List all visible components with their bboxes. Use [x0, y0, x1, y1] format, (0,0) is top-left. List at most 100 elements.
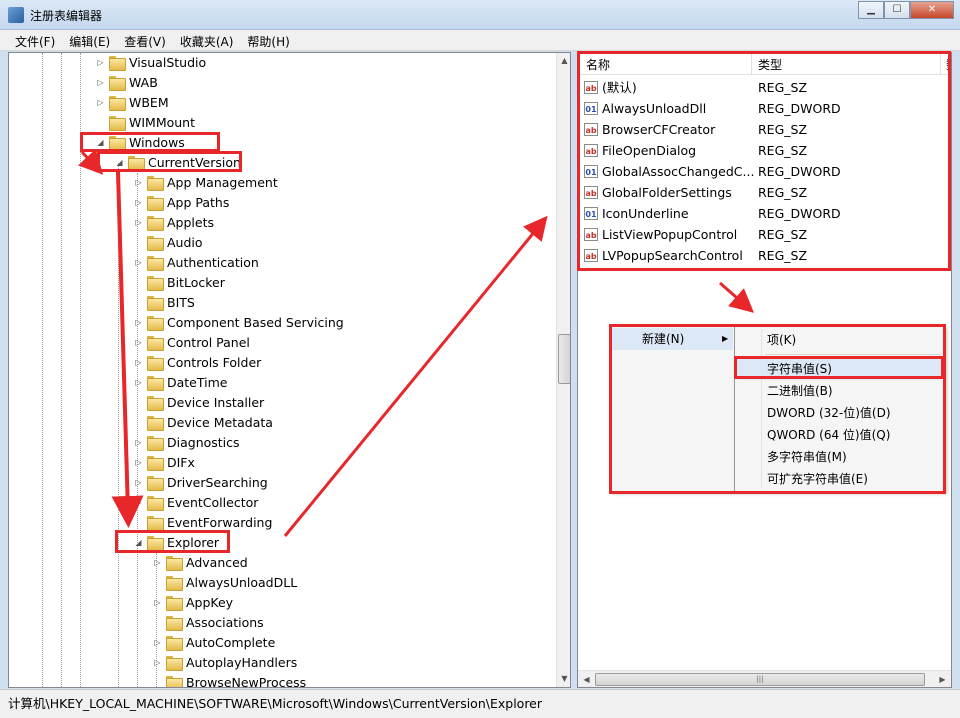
tree-item[interactable]: ▷ App Paths — [9, 193, 554, 213]
tree-item[interactable]: Device Metadata — [9, 413, 554, 433]
expand-arrow-icon[interactable]: ▷ — [134, 333, 143, 353]
expand-arrow-icon[interactable]: ▷ — [134, 173, 143, 193]
expand-arrow-icon[interactable]: ▷ — [134, 433, 143, 453]
list-item[interactable]: ab ListViewPopupControl REG_SZ — [578, 224, 951, 245]
expand-arrow-icon[interactable]: ▷ — [153, 553, 162, 573]
tree-item[interactable]: ▷ Component Based Servicing — [9, 313, 554, 333]
menu-favorites[interactable]: 收藏夹(A) — [173, 30, 241, 50]
tree-item[interactable]: ◢ Explorer — [9, 533, 554, 553]
expand-arrow-icon[interactable]: ▷ — [134, 193, 143, 213]
tree-item[interactable]: ▷ DriverSearching — [9, 473, 554, 493]
minimize-button[interactable]: ▁ — [858, 1, 884, 19]
tree-item[interactable]: ▷ Controls Folder — [9, 353, 554, 373]
registry-key-tree[interactable]: ▷ VisualStudio ▷ WAB ▷ WBEM WIMMount ◢ Windows ◢ C… — [8, 52, 571, 688]
tree-item[interactable]: ▷ EventCollector — [9, 493, 554, 513]
expand-arrow-icon[interactable]: ▷ — [96, 53, 105, 73]
expand-arrow-icon[interactable]: ▷ — [153, 593, 162, 613]
tree-item[interactable]: ▷ AutoplayHandlers — [9, 653, 554, 673]
tree-item[interactable]: ▷ WBEM — [9, 93, 554, 113]
tree-item[interactable]: AlwaysUnloadDLL — [9, 573, 554, 593]
expand-arrow-icon[interactable]: ▷ — [134, 373, 143, 393]
scroll-down-arrow-icon[interactable]: ▼ — [557, 671, 570, 687]
column-header-name[interactable]: 名称 — [586, 56, 610, 73]
tree-item[interactable]: ▷ DIFx — [9, 453, 554, 473]
value-type: REG_SZ — [758, 248, 808, 263]
context-menu-new[interactable]: 新建(N) ▶ — [612, 328, 733, 350]
column-divider[interactable] — [940, 53, 941, 75]
expand-arrow-icon[interactable]: ▷ — [96, 93, 105, 113]
list-item[interactable]: ab FileOpenDialog REG_SZ — [578, 140, 951, 161]
scroll-left-arrow-icon[interactable]: ◀ — [578, 671, 595, 687]
column-header-data[interactable]: 数 — [946, 56, 951, 73]
submenu-item-key[interactable]: 项(K) — [767, 329, 796, 351]
list-item[interactable]: ab GlobalFolderSettings REG_SZ — [578, 182, 951, 203]
tree-item[interactable]: ▷ Advanced — [9, 553, 554, 573]
submenu-item-multi-string-value[interactable]: 多字符串值(M) — [767, 446, 847, 468]
expand-arrow-icon[interactable]: ▷ — [153, 653, 162, 673]
expand-arrow-icon[interactable]: ▷ — [96, 73, 105, 93]
expand-arrow-icon[interactable]: ▷ — [134, 353, 143, 373]
value-type: REG_DWORD — [758, 206, 841, 221]
scroll-up-arrow-icon[interactable]: ▲ — [557, 53, 570, 69]
list-item[interactable]: 01 GlobalAssocChangedC... REG_DWORD — [578, 161, 951, 182]
tree-item[interactable]: ▷ Control Panel — [9, 333, 554, 353]
expand-arrow-icon[interactable]: ▷ — [134, 493, 143, 513]
list-item[interactable]: ab LVPopupSearchControl REG_SZ — [578, 245, 951, 266]
expand-arrow-icon[interactable]: ▷ — [134, 213, 143, 233]
submenu-item-qword-value[interactable]: QWORD (64 位)值(Q) — [767, 424, 890, 446]
tree-item[interactable]: ◢ Windows — [9, 133, 554, 153]
context-menu: 新建(N) ▶ — [610, 326, 735, 492]
tree-item[interactable]: EventForwarding — [9, 513, 554, 533]
tree-item-label: Device Metadata — [167, 415, 273, 430]
menu-view[interactable]: 查看(V) — [117, 30, 173, 50]
expand-arrow-icon[interactable]: ▷ — [134, 453, 143, 473]
tree-item[interactable]: Audio — [9, 233, 554, 253]
submenu-item-expandable-string-value[interactable]: 可扩充字符串值(E) — [767, 468, 868, 490]
list-item[interactable]: 01 IconUnderline REG_DWORD — [578, 203, 951, 224]
tree-item[interactable]: BrowseNewProcess — [9, 673, 554, 687]
tree-item[interactable]: ▷ Authentication — [9, 253, 554, 273]
folder-icon — [109, 76, 126, 91]
tree-item[interactable]: ▷ AppKey — [9, 593, 554, 613]
close-button[interactable]: ✕ — [910, 1, 954, 19]
tree-item[interactable]: ▷ App Management — [9, 173, 554, 193]
tree-item[interactable]: ▷ VisualStudio — [9, 53, 554, 73]
menu-file[interactable]: 文件(F) — [8, 30, 62, 50]
tree-item[interactable]: BITS — [9, 293, 554, 313]
expand-arrow-icon[interactable]: ▷ — [134, 473, 143, 493]
tree-item[interactable]: WIMMount — [9, 113, 554, 133]
tree-scroll-thumb[interactable] — [558, 334, 570, 384]
tree-item[interactable]: ▷ Applets — [9, 213, 554, 233]
tree-item[interactable]: BitLocker — [9, 273, 554, 293]
tree-item[interactable]: ▷ WAB — [9, 73, 554, 93]
collapse-arrow-icon[interactable]: ◢ — [115, 153, 124, 173]
expand-arrow-icon[interactable]: ▷ — [134, 253, 143, 273]
tree-item[interactable]: ▷ DateTime — [9, 373, 554, 393]
expand-arrow-icon[interactable]: ▷ — [134, 313, 143, 333]
list-item[interactable]: ab BrowserCFCreator REG_SZ — [578, 119, 951, 140]
maximize-button[interactable]: ☐ — [884, 1, 910, 19]
tree-item[interactable]: ▷ Diagnostics — [9, 433, 554, 453]
submenu-item-binary-value[interactable]: 二进制值(B) — [767, 380, 833, 402]
list-horizontal-scrollbar[interactable]: ◀ ||| ▶ — [578, 670, 951, 687]
tree-item[interactable]: ▷ AutoComplete — [9, 633, 554, 653]
submenu-item-dword-value[interactable]: DWORD (32-位)值(D) — [767, 402, 891, 424]
list-item[interactable]: ab (默认) REG_SZ — [578, 77, 951, 98]
tree-item[interactable]: ◢ CurrentVersion — [9, 153, 554, 173]
tree-vertical-scrollbar[interactable]: ▲ ▼ — [556, 53, 570, 687]
expand-arrow-icon[interactable]: ▷ — [153, 633, 162, 653]
tree-item[interactable]: Associations — [9, 613, 554, 633]
column-divider[interactable] — [751, 53, 752, 75]
tree-item[interactable]: Device Installer — [9, 393, 554, 413]
collapse-arrow-icon[interactable]: ◢ — [134, 533, 143, 553]
collapse-arrow-icon[interactable]: ◢ — [96, 133, 105, 153]
column-header-type[interactable]: 类型 — [758, 56, 782, 73]
menu-edit[interactable]: 编辑(E) — [62, 30, 117, 50]
menu-help[interactable]: 帮助(H) — [240, 30, 296, 50]
list-item[interactable]: 01 AlwaysUnloadDll REG_DWORD — [578, 98, 951, 119]
submenu-item-string-value[interactable]: 字符串值(S) — [737, 358, 942, 380]
list-scroll-thumb[interactable]: ||| — [595, 673, 925, 686]
folder-icon — [147, 416, 164, 431]
scroll-right-arrow-icon[interactable]: ▶ — [934, 671, 951, 687]
folder-icon — [166, 616, 183, 631]
